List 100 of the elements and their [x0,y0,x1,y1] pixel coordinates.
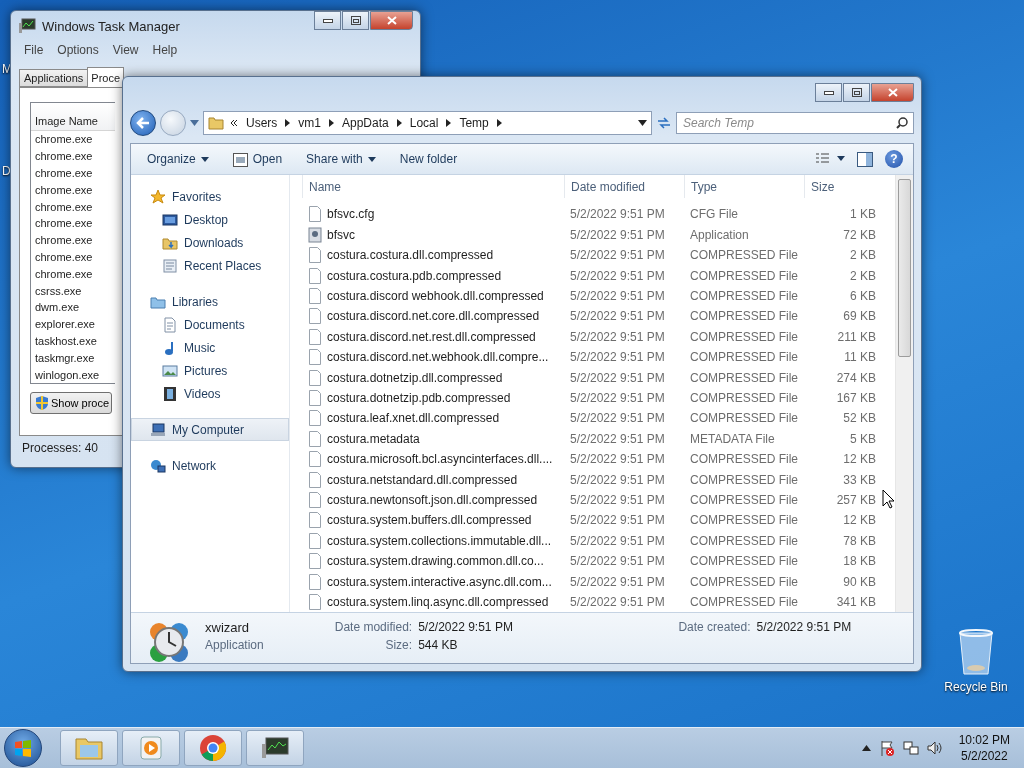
type-cell-text: COMPRESSED File [689,248,800,263]
back-button[interactable] [130,110,156,136]
recycle-bin-icon[interactable] [957,628,995,676]
process-name[interactable]: chrome.exe [31,215,97,232]
arrow-icon[interactable] [446,119,452,127]
nav-item[interactable]: Network [131,454,289,477]
file-name[interactable]: costura.newtonsoft.json.dll.compressed [302,491,564,508]
process-name[interactable]: chrome.exe [31,131,97,148]
nav-item[interactable]: Favorites [131,185,289,208]
column-header[interactable]: Name [302,175,564,199]
toolbar-button[interactable]: New folder [393,150,464,168]
nav-item[interactable]: Desktop [131,208,289,231]
tab[interactable]: Applications [19,69,89,87]
breadcrumb-item[interactable]: Users [244,116,280,130]
breadcrumb-item[interactable]: AppData [340,116,391,130]
preview-pane-icon[interactable] [857,151,873,167]
nav-item[interactable]: Pictures [131,359,289,382]
column-header[interactable]: Type [684,175,804,199]
date-cell-text: 5/2/2022 9:51 PM [569,492,666,507]
nav-item[interactable]: Downloads [131,231,289,254]
file-name[interactable]: bfsvc.cfg [302,206,564,223]
process-name[interactable]: chrome.exe [31,231,97,249]
process-name[interactable]: winlogon.exe [31,366,104,383]
arrow-icon[interactable] [285,119,291,127]
arrow-left-icon [136,117,150,129]
type-cell-text: COMPRESSED File [689,391,800,405]
view-options-icon[interactable] [815,152,845,166]
scrollbar[interactable] [895,175,913,612]
nav-item[interactable]: Recent Places [131,254,289,277]
file-name[interactable]: costura.microsoft.bcl.asyncinterfaces.dll.... [302,451,564,468]
arrow-icon[interactable] [496,119,502,127]
volume-icon[interactable] [926,740,943,756]
minimize-button[interactable] [314,11,341,30]
process-name[interactable]: chrome.exe [31,265,97,283]
file-name[interactable]: costura.netstandard.dll.compressed [302,471,564,488]
process-name[interactable]: chrome.exe [31,248,97,266]
show-processes-button[interactable]: Show proce [30,392,113,414]
size-cell-text: 52 KB [842,411,876,426]
address-bar[interactable]: Users vm1 AppData Local Temp [203,111,652,135]
toolbar-button[interactable]: Share with [300,150,382,168]
desktop-icon-label[interactable]: Recycle Bin [944,680,1008,694]
nav-item[interactable]: My Computer [131,418,289,441]
file-name[interactable]: costura.discord.net.core.dll.compressed [302,308,564,325]
file-name[interactable]: costura.costura.pdb.compressed [302,267,564,284]
flag-icon[interactable] [878,740,895,756]
chevron-up-icon[interactable] [861,745,871,751]
dropdown-arrow-icon[interactable] [638,120,647,126]
file-name[interactable]: costura.system.linq.async.dll.compressed [302,593,564,610]
process-name[interactable]: dwm.exe [31,298,84,316]
file-name[interactable]: costura.system.drawing.common.dll.co... [302,553,564,570]
taskbar-app[interactable] [246,730,304,766]
arrow-icon[interactable] [329,119,334,127]
file-name[interactable]: bfsvc [302,226,564,243]
file-name[interactable]: costura.dotnetzip.dll.compressed [302,369,564,386]
process-name[interactable]: csrss.exe [31,282,86,299]
tab[interactable]: Proce [87,67,125,87]
file-name[interactable]: costura.discord webhook.dll.compressed [302,288,564,305]
file-name[interactable]: costura.costura.dll.compressed [302,247,564,264]
column-header[interactable]: Date modified [564,175,684,199]
file-name[interactable]: costura.dotnetzip.pdb.compressed [302,390,564,406]
menu-item[interactable]: Options [51,43,105,57]
nav-item[interactable]: Videos [131,382,289,405]
close-button[interactable] [871,83,914,102]
minimize-icon [823,90,834,95]
maximize-button[interactable] [342,11,369,30]
nav-item[interactable]: Documents [131,313,289,336]
breadcrumb-item[interactable]: Local [407,116,441,130]
process-name[interactable]: chrome.exe [31,181,97,199]
column-header[interactable]: Size [804,175,876,199]
process-name[interactable]: taskhost.exe [31,332,101,350]
breadcrumb-item[interactable]: vm1 [296,116,323,130]
start-button[interactable] [4,729,42,767]
nav-item[interactable]: Libraries [131,290,289,313]
process-name[interactable]: taskmgr.exe [31,349,99,367]
process-name[interactable]: chrome.exe [31,198,97,215]
menu-item[interactable]: View [106,43,145,57]
close-button[interactable] [370,11,413,30]
file-name[interactable]: costura.metadata [302,430,564,447]
toolbar-button[interactable]: Open [226,149,289,169]
file-name[interactable]: costura.system.buffers.dll.compressed [302,512,564,529]
file-name[interactable]: costura.leaf.xnet.dll.compressed [302,410,564,427]
nav-item[interactable]: Music [131,336,289,359]
network-icon[interactable] [902,740,919,756]
clock[interactable]: 10:02 PM 5/2/2022 [958,732,1010,764]
menu-item[interactable]: Help [146,43,184,57]
file-name[interactable]: costura.discord.net.rest.dll.compressed [302,328,564,345]
menu-item[interactable]: File [18,43,50,57]
minimize-button[interactable] [815,83,842,102]
file-name[interactable]: costura.system.interactive.async.dll.com... [302,573,564,590]
refresh-icon[interactable] [656,116,672,130]
process-name[interactable]: explorer.exe [31,315,99,333]
breadcrumb-item[interactable]: Temp [457,116,491,130]
file-name[interactable]: costura.discord.net.webhook.dll.compre... [302,349,564,366]
process-name[interactable]: chrome.exe [31,164,97,182]
process-name[interactable]: chrome.exe [31,147,97,165]
search-field[interactable]: Search Temp [676,112,914,134]
arrow-icon[interactable] [396,119,402,127]
toolbar-button[interactable]: Organize [141,150,215,168]
file-name[interactable]: costura.system.collections.immutable.dll... [302,532,564,549]
maximize-button[interactable] [843,83,870,102]
